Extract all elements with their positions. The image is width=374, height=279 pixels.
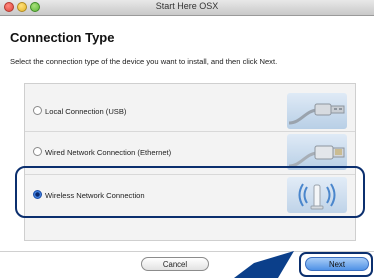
option-label-wired-ethernet: Wired Network Connection (Ethernet) bbox=[45, 148, 172, 157]
pointer-arrow-icon bbox=[234, 251, 294, 278]
radio-wired-ethernet[interactable] bbox=[33, 147, 42, 156]
window-title: Start Here OSX bbox=[155, 1, 219, 11]
content-area: Connection Type Select the connection ty… bbox=[0, 16, 374, 278]
next-button[interactable]: Next bbox=[305, 257, 369, 271]
installer-window: Start Here OSX Connection Type Select th… bbox=[0, 0, 374, 278]
cancel-button[interactable]: Cancel bbox=[141, 257, 209, 271]
title-bar[interactable]: Start Here OSX bbox=[0, 0, 374, 16]
instruction-text: Select the connection type of the device… bbox=[10, 57, 278, 66]
page-title: Connection Type bbox=[10, 30, 115, 45]
usb-cable-icon bbox=[287, 93, 347, 129]
ethernet-cable-icon bbox=[287, 134, 347, 170]
radio-local-usb[interactable] bbox=[33, 106, 42, 115]
option-label-local-usb: Local Connection (USB) bbox=[45, 107, 127, 116]
selection-highlight-frame bbox=[15, 166, 365, 218]
option-local-usb[interactable]: Local Connection (USB) bbox=[25, 91, 355, 131]
